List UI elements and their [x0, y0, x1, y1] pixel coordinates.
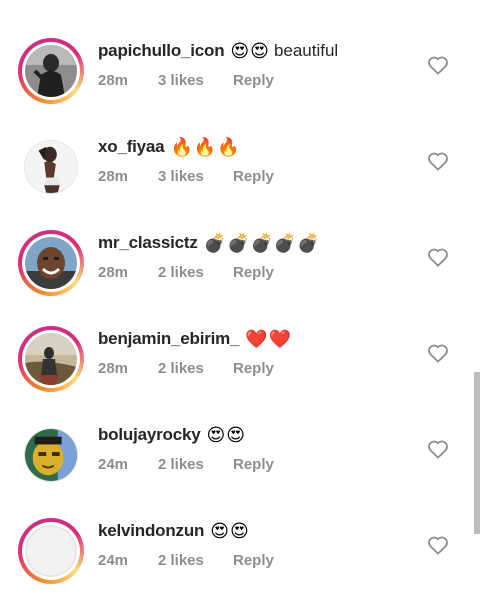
comment-row: mr_classictz 💣💣💣💣💣 28m 2 likes Reply [0, 230, 480, 326]
comment-header: benjamin_ebirim_ ❤️❤️ [98, 326, 292, 352]
comment-meta: 28m 2 likes Reply [98, 358, 274, 378]
comment-meta: 24m 2 likes Reply [98, 550, 274, 570]
heart-outline-icon[interactable] [427, 151, 449, 171]
comment-row: kelvindonzun 😍😍 24m 2 likes Reply [0, 518, 480, 614]
story-ring[interactable] [18, 38, 84, 104]
username-link[interactable]: kelvindonzun [98, 521, 204, 541]
comment-list: papichullo_icon 😍😍 beautiful 28m 3 likes… [0, 0, 480, 584]
comment-time: 28m [98, 167, 129, 185]
username-link[interactable]: mr_classictz [98, 233, 198, 253]
avatar[interactable] [25, 237, 77, 289]
comment-emojis: ❤️❤️ [245, 328, 293, 350]
comment-meta: 28m 3 likes Reply [98, 70, 274, 90]
comment-row: xo_fiyaa 🔥🔥🔥 28m 3 likes Reply [0, 134, 480, 230]
comment-emojis: 😍😍 [206, 424, 247, 446]
reply-button[interactable]: Reply [233, 72, 274, 89]
comment-time: 24m [98, 551, 129, 569]
heart-outline-icon[interactable] [427, 343, 449, 363]
reply-button[interactable]: Reply [233, 456, 274, 473]
comment-header: kelvindonzun 😍😍 [98, 518, 250, 544]
reply-button[interactable]: Reply [233, 552, 274, 569]
username-link[interactable]: bolujayrocky [98, 425, 201, 445]
reply-button[interactable]: Reply [233, 168, 274, 185]
comment-header: mr_classictz 💣💣💣💣💣 [98, 230, 321, 256]
heart-outline-icon[interactable] [427, 55, 449, 75]
comment-meta: 28m 3 likes Reply [98, 166, 274, 186]
scrollbar[interactable] [474, 372, 480, 534]
avatar[interactable] [25, 333, 77, 385]
reply-button[interactable]: Reply [233, 360, 274, 377]
comment-header: xo_fiyaa 🔥🔥🔥 [98, 134, 241, 160]
comment-row: papichullo_icon 😍😍 beautiful 28m 3 likes… [0, 38, 480, 134]
comment-row: bolujayrocky 😍😍 24m 2 likes Reply [0, 422, 480, 518]
comment-time: 24m [98, 455, 129, 473]
comment-time: 28m [98, 263, 129, 281]
comment-emojis: 😍😍 [210, 520, 250, 542]
likes-count[interactable]: 3 likes [158, 168, 233, 185]
comment-time: 28m [98, 71, 129, 89]
reply-button[interactable]: Reply [233, 264, 274, 281]
likes-count[interactable]: 3 likes [158, 72, 233, 89]
avatar[interactable] [25, 45, 77, 97]
heart-outline-icon[interactable] [427, 439, 449, 459]
avatar-frame[interactable] [18, 422, 84, 488]
avatar-frame[interactable] [18, 134, 84, 200]
username-link[interactable]: papichullo_icon [98, 41, 225, 61]
likes-count[interactable]: 2 likes [158, 456, 233, 473]
heart-outline-icon[interactable] [427, 247, 449, 267]
username-link[interactable]: xo_fiyaa [98, 137, 165, 157]
comment-header: bolujayrocky 😍😍 [98, 422, 246, 448]
comment-header: papichullo_icon 😍😍 beautiful [98, 38, 338, 64]
likes-count[interactable]: 2 likes [158, 552, 233, 569]
comment-meta: 24m 2 likes Reply [98, 454, 274, 474]
avatar[interactable] [24, 428, 78, 482]
comment-emojis: 😍😍 [230, 40, 270, 62]
heart-outline-icon[interactable] [427, 535, 449, 555]
avatar[interactable] [25, 525, 77, 577]
story-ring[interactable] [18, 518, 84, 584]
comment-meta: 28m 2 likes Reply [98, 262, 274, 282]
comment-emojis: 🔥🔥🔥 [170, 136, 241, 158]
story-ring[interactable] [18, 230, 84, 296]
comment-row: benjamin_ebirim_ ❤️❤️ 28m 2 likes Reply [0, 326, 480, 422]
likes-count[interactable]: 2 likes [158, 264, 233, 281]
comment-time: 28m [98, 359, 129, 377]
avatar[interactable] [24, 140, 78, 194]
comment-text: beautiful [273, 41, 339, 60]
comment-emojis: 💣💣💣💣💣 [203, 232, 321, 254]
username-link[interactable]: benjamin_ebirim_ [98, 329, 240, 349]
likes-count[interactable]: 2 likes [158, 360, 233, 377]
story-ring[interactable] [18, 326, 84, 392]
